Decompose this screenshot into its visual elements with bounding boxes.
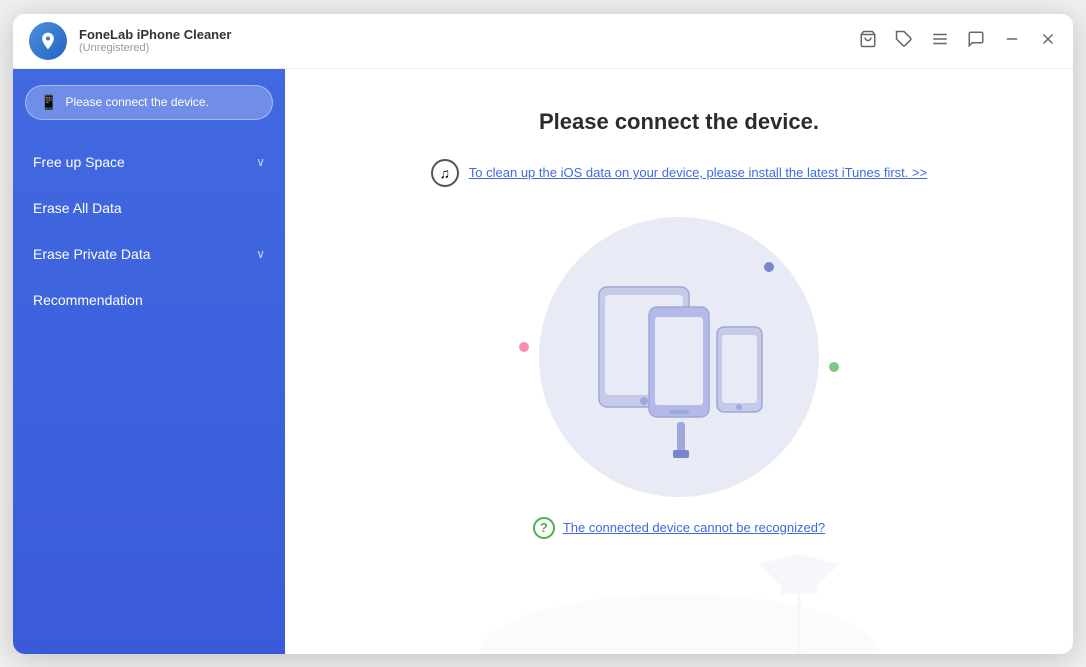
dot-green bbox=[829, 362, 839, 372]
chevron-down-icon: ∨ bbox=[256, 155, 265, 169]
app-icon bbox=[29, 22, 67, 60]
device-btn-label: Please connect the device. bbox=[65, 95, 208, 109]
main-content: 📱 Please connect the device. Free up Spa… bbox=[13, 69, 1073, 654]
close-icon[interactable] bbox=[1039, 30, 1057, 52]
app-title-name: FoneLab iPhone Cleaner bbox=[79, 27, 231, 42]
sidebar-item-recommendation[interactable]: Recommendation bbox=[25, 278, 273, 322]
nav-label-erase-all: Erase All Data bbox=[33, 200, 122, 216]
nav-label-recommendation: Recommendation bbox=[33, 292, 143, 308]
nav-label-free-up: Free up Space bbox=[33, 154, 125, 170]
devices-illustration bbox=[569, 267, 789, 467]
illustration bbox=[489, 217, 869, 497]
titlebar: FoneLab iPhone Cleaner (Unregistered) bbox=[13, 14, 1073, 69]
chevron-down-icon-2: ∨ bbox=[256, 247, 265, 261]
dot-pink bbox=[519, 342, 529, 352]
device-connect-button[interactable]: 📱 Please connect the device. bbox=[25, 85, 273, 120]
menu-icon[interactable] bbox=[931, 30, 949, 52]
itunes-notice: ♫ To clean up the iOS data on your devic… bbox=[431, 159, 927, 187]
sidebar-item-erase-all-data[interactable]: Erase All Data bbox=[25, 186, 273, 230]
nav-label-erase-private: Erase Private Data bbox=[33, 246, 151, 262]
chat-icon[interactable] bbox=[967, 30, 985, 52]
itunes-icon: ♫ bbox=[431, 159, 459, 187]
sidebar-item-erase-private-data[interactable]: Erase Private Data ∨ bbox=[25, 232, 273, 276]
content-area: Please connect the device. ♫ To clean up… bbox=[285, 69, 1073, 654]
background-decoration bbox=[479, 534, 879, 654]
cart-icon[interactable] bbox=[859, 30, 877, 52]
sidebar-item-free-up-space[interactable]: Free up Space ∨ bbox=[25, 140, 273, 184]
titlebar-controls bbox=[859, 30, 1057, 52]
app-title: FoneLab iPhone Cleaner (Unregistered) bbox=[79, 27, 231, 54]
app-window: FoneLab iPhone Cleaner (Unregistered) bbox=[13, 14, 1073, 654]
page-title: Please connect the device. bbox=[539, 109, 819, 135]
minimize-icon[interactable] bbox=[1003, 30, 1021, 52]
help-icon: ? bbox=[533, 517, 555, 539]
device-icon: 📱 bbox=[40, 94, 57, 111]
help-section: ? The connected device cannot be recogni… bbox=[533, 517, 825, 539]
sidebar: 📱 Please connect the device. Free up Spa… bbox=[13, 69, 285, 654]
help-link[interactable]: The connected device cannot be recognize… bbox=[563, 520, 825, 535]
app-title-sub: (Unregistered) bbox=[79, 42, 231, 54]
itunes-link[interactable]: To clean up the iOS data on your device,… bbox=[469, 165, 927, 180]
tag-icon[interactable] bbox=[895, 30, 913, 52]
titlebar-left: FoneLab iPhone Cleaner (Unregistered) bbox=[13, 22, 231, 60]
